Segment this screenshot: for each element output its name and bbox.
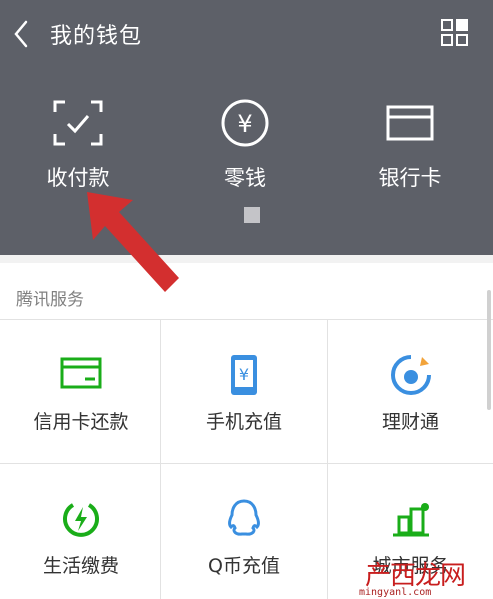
change-balance-button[interactable]: ¥ 零钱 <box>180 98 310 198</box>
mobile-topup-icon: ¥ <box>231 355 257 395</box>
grid-menu-icon <box>441 19 468 46</box>
svg-text:¥: ¥ <box>239 365 249 384</box>
utility-bolt-icon <box>63 503 99 537</box>
service-qcoin-topup[interactable]: Q币充值 <box>161 463 327 599</box>
service-label: 手机充值 <box>205 411 282 433</box>
service-label: 理财通 <box>381 411 439 433</box>
svg-text:¥: ¥ <box>237 110 252 138</box>
service-label: 生活缴费 <box>42 555 119 577</box>
watermark-url: mingyanl.com <box>359 587 432 598</box>
service-wealth[interactable]: 理财通 <box>328 319 493 463</box>
wallet-header: 我的钱包 收付款 ¥ 零钱 银行卡 <box>0 0 493 255</box>
bank-card-label: 银行卡 <box>378 166 442 190</box>
back-button[interactable] <box>8 14 40 54</box>
page-title: 我的钱包 <box>50 24 143 49</box>
page-indicator <box>244 207 260 223</box>
scan-check-icon <box>53 100 103 146</box>
site-watermark: 产西龙网 mingyanl.com <box>355 555 491 599</box>
yuan-coin-icon: ¥ <box>221 99 269 147</box>
more-menu-button[interactable] <box>438 16 472 50</box>
wealth-icon <box>390 355 431 395</box>
change-balance-label: 零钱 <box>224 166 266 190</box>
bank-card-button[interactable]: 银行卡 <box>345 98 475 198</box>
service-utilities[interactable]: 生活缴费 <box>0 463 162 599</box>
bank-card-icon <box>386 105 434 141</box>
tencent-services-section: 腾讯服务 信用卡还款 ¥ 手机充值 理财通 生活缴费 Q币充值 城市服务 <box>0 263 493 599</box>
service-mobile-topup[interactable]: ¥ 手机充值 <box>161 319 327 463</box>
service-label: Q币充值 <box>208 555 280 577</box>
service-credit-card-repay[interactable]: 信用卡还款 <box>0 319 162 463</box>
city-service-icon <box>392 503 429 537</box>
top-bar: 我的钱包 <box>0 0 493 68</box>
section-title: 腾讯服务 <box>16 290 84 310</box>
scrollbar[interactable] <box>487 290 491 410</box>
payment-code-label: 收付款 <box>46 166 110 190</box>
qq-penguin-icon <box>227 499 261 536</box>
credit-card-icon <box>60 357 102 389</box>
service-label: 信用卡还款 <box>33 411 129 433</box>
payment-code-button[interactable]: 收付款 <box>13 98 143 198</box>
chevron-left-icon <box>14 20 28 48</box>
